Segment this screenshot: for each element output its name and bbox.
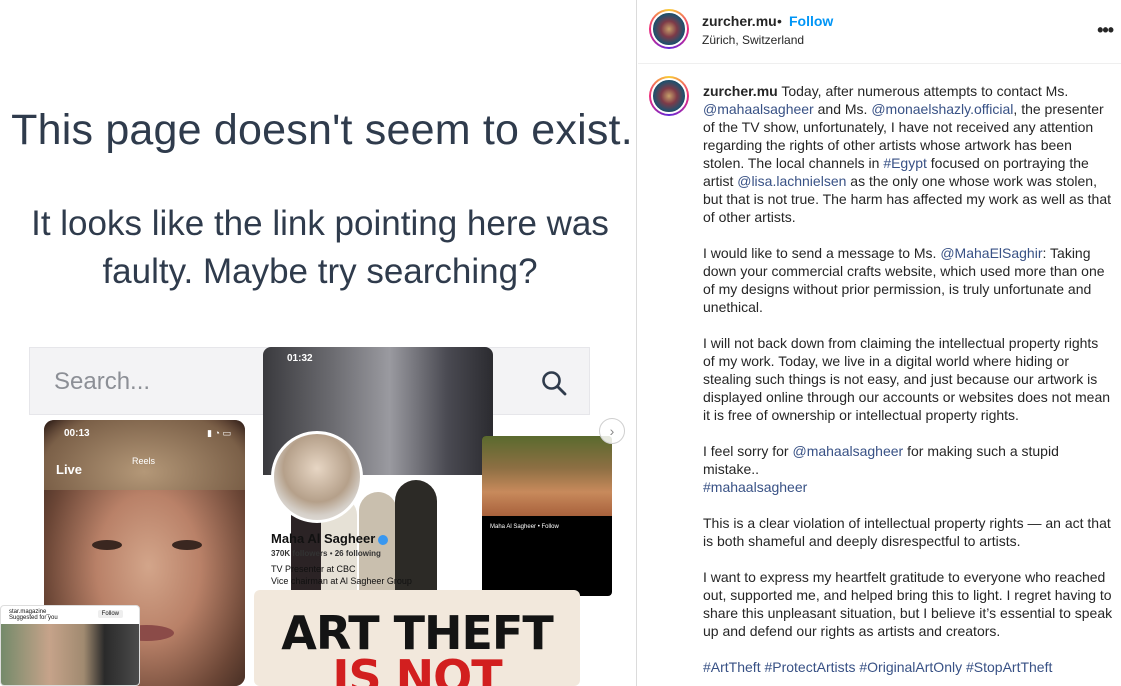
mention-link[interactable]: @MahaElSaghir xyxy=(940,245,1042,261)
profile-bio: Vice chairman at Al Sagheer Group xyxy=(271,576,412,586)
poster-line2: IS NOT xyxy=(332,650,502,686)
suggested-handle: star.magazine_ Suggested for you xyxy=(9,609,58,621)
more-options-icon[interactable]: ••• xyxy=(1097,20,1114,41)
notfound-subtitle: It looks like the link pointing here was… xyxy=(31,204,609,291)
caption-paragraph: zurcher.mu Today, after numerous attempt… xyxy=(703,83,1112,225)
screenshot-profile: 01:32 Maha Al Sagheer 370K followers • 2… xyxy=(263,347,493,592)
caption-paragraph: I will not back down from claiming the i… xyxy=(703,335,1111,423)
post-media: This page doesn't seem to exist. It look… xyxy=(0,0,637,686)
notfound-title: This page doesn't seem to exist. xyxy=(11,106,633,154)
status-time: 00:13 xyxy=(64,428,90,439)
mention-link[interactable]: @mahaalsagheer xyxy=(703,101,814,117)
avatar[interactable] xyxy=(649,9,689,49)
mention-link[interactable]: @monaelshazly.official xyxy=(871,101,1013,117)
caption-avatar[interactable] xyxy=(649,76,689,116)
profile-avatar xyxy=(271,431,363,523)
suggested-follow: Follow xyxy=(97,610,123,618)
caption-username[interactable]: zurcher.mu xyxy=(703,83,778,99)
status-icons: ▮ ◔ ▭ xyxy=(207,428,231,438)
hashtag-link[interactable]: #mahaalsagheer xyxy=(703,479,807,495)
carousel-next-button[interactable]: › xyxy=(599,418,625,444)
screenshot-tv-clip: Maha Al Sagheer • Follow xyxy=(482,436,612,596)
post-location[interactable]: Zürich, Switzerland xyxy=(702,33,804,47)
follow-button[interactable]: Follow xyxy=(789,13,833,29)
separator-dot: • xyxy=(777,13,782,29)
profile-name: Maha Al Sagheer xyxy=(271,531,389,546)
screenshot-suggested: star.magazine_ Suggested for you Follow xyxy=(0,605,140,686)
profile-bio: TV Presenter at CBC xyxy=(271,564,356,574)
status-time: 01:32 xyxy=(287,353,313,364)
art-theft-poster: ART THEFT IS NOT xyxy=(254,590,580,686)
search-placeholder: Search... xyxy=(54,368,151,395)
clip-caption: Maha Al Sagheer • Follow xyxy=(490,524,559,530)
caption-paragraph: This is a clear violation of intellectua… xyxy=(703,515,1111,549)
caption-paragraph: I feel sorry for @mahaalsagheer for maki… xyxy=(703,443,1059,495)
live-label: Live xyxy=(56,462,83,477)
profile-stats: 370K followers • 26 following xyxy=(271,549,381,558)
reels-label: Reels xyxy=(132,456,156,466)
hashtag-list[interactable]: #ArtTheft #ProtectArtists #OriginalArtOn… xyxy=(703,658,1113,676)
search-icon xyxy=(542,371,567,396)
mention-link[interactable]: @mahaalsagheer xyxy=(792,443,903,459)
caption-paragraph: I would like to send a message to Ms. @M… xyxy=(703,245,1105,315)
post-caption: zurcher.mu Today, after numerous attempt… xyxy=(703,82,1113,686)
post-username[interactable]: zurcher.mu xyxy=(702,13,777,29)
caption-paragraph: I want to express my heartfelt gratitude… xyxy=(703,569,1113,639)
verified-icon xyxy=(378,534,389,545)
mention-link[interactable]: @lisa.lachnielsen xyxy=(737,173,846,189)
chevron-right-icon: › xyxy=(609,423,615,439)
post-header: zurcher.mu • Follow Zürich, Switzerland … xyxy=(638,0,1121,64)
hashtag-link[interactable]: #Egypt xyxy=(883,155,927,171)
